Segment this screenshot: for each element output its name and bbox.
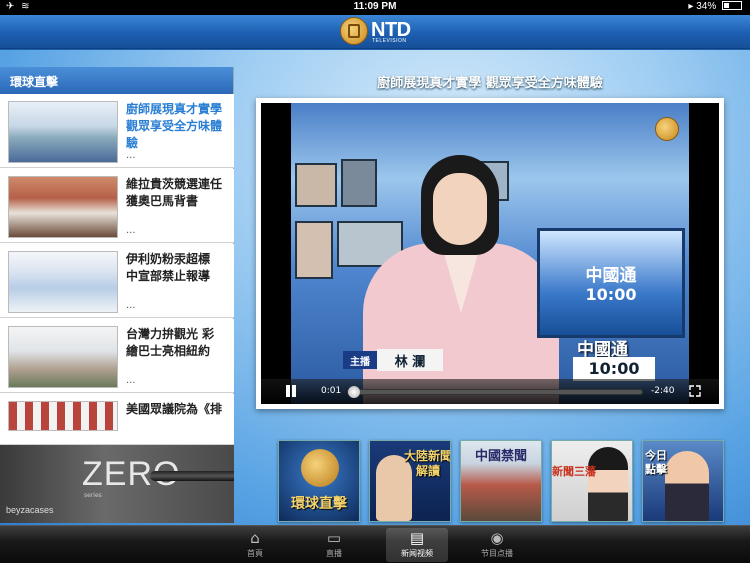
seal-icon [301,449,339,487]
tab-label: 新闻视频 [401,549,433,558]
video-screen[interactable]: 中國通 10:00 中國通 10:00 主播 林 瀾 0:01 -2:40 [261,103,719,404]
current-time: 0:01 [321,386,342,396]
video-scrubber[interactable] [347,386,643,398]
tab-bar: ⌂ 首頁 ▭ 直播 ▤ 新闻视频 ◉ 节目点播 [0,525,750,563]
program-label: 環球直擊 [291,496,347,512]
pause-icon[interactable] [285,385,297,397]
seal-icon [340,17,368,45]
studio-monitor [295,163,337,207]
news-more: ... [126,150,136,161]
ntd-watermark-icon [655,117,679,141]
tab-live[interactable]: ▭ 直播 [303,528,365,562]
news-sidebar: 環球直擊 廚師展現真才實學 觀眾享受全方味體驗 ... 維拉貴茨競選連任 獲奧巴… [0,67,234,523]
ad-brand: beyzacases [6,505,54,515]
logo-subtitle: TELEVISION [372,38,407,44]
news-thumbnail [8,251,118,313]
monitor-title: 中國通 [585,266,637,286]
news-title: 台灣力拚觀光 彩繪巴士亮相紐約 [126,327,215,358]
sidebar-title: 環球直擊 [0,67,233,94]
news-item[interactable]: 維拉貴茨競選連任 獲奧巴馬背書 ... [0,169,234,243]
program-label: 新聞三藩 [552,465,596,478]
anchor-badge: 主播 [343,351,377,369]
battery-percent: 34% [696,1,717,12]
anchor-face [433,173,487,245]
news-item[interactable]: 美國眾議院為《排 [0,394,234,445]
program-label: 中國禁聞 [474,449,527,464]
news-thumbnail [8,326,118,388]
news-more: ... [126,225,136,236]
program-label: 大陸新聞解讀 [404,449,451,478]
tab-home[interactable]: ⌂ 首頁 [224,528,286,562]
battery-status: ▸ 34% [688,1,742,12]
video-title: 廚師展現真才實學 觀眾享受全方味體驗 [377,76,603,91]
news-item[interactable]: 台灣力拚觀光 彩繪巴士亮相紐約 ... [0,319,234,393]
news-title: 廚師展現真才實學 觀眾享受全方味體驗 [126,102,223,150]
remaining-time: -2:40 [651,386,675,396]
home-icon: ⌂ [250,529,260,547]
studio-scene: 中國通 10:00 中國通 10:00 主播 林 瀾 [291,103,689,404]
news-title: 伊利奶粉汞超標 中宣部禁止報導 [126,252,211,283]
news-thumbnail [8,401,118,431]
lower-third-time: 10:00 [573,357,655,381]
ad-banner[interactable]: ZERO series beyzacases [0,445,234,523]
news-title: 維拉貴茨競選連任 獲奧巴馬背書 [126,177,223,208]
clapper-icon: ▤ [409,529,425,547]
fullscreen-icon[interactable] [689,385,701,397]
news-more: ... [126,375,136,386]
program-tile[interactable]: 環球直擊 [278,440,360,522]
news-thumbnail [8,176,118,238]
scrubber-knob[interactable] [348,386,360,398]
tab-label: 直播 [326,549,342,558]
lock-rotation-icon: ▸ [688,1,694,12]
program-label: 今日點擊 [645,449,667,476]
tab-news-video[interactable]: ▤ 新闻视频 [386,528,448,562]
tv-icon: ▭ [326,529,342,547]
program-tile[interactable]: 新聞三藩 [551,440,633,522]
compass-icon: ◉ [490,529,504,547]
news-item[interactable]: 伊利奶粉汞超標 中宣部禁止報導 ... [0,244,234,318]
tab-on-demand[interactable]: ◉ 节目点播 [466,528,528,562]
news-item[interactable]: 廚師展現真才實學 觀眾享受全方味體驗 ... [0,94,234,168]
studio-big-monitor: 中國通 10:00 [537,228,685,338]
tab-label: 节目点播 [481,549,513,558]
status-bar: ✈ ≋ 11:09 PM ▸ 34% [0,0,750,15]
app-header: NTD TELEVISION [0,15,750,49]
program-tile[interactable]: 今日點擊 [642,440,724,522]
anchor-name: 林 瀾 [377,349,443,371]
video-controls: 0:01 -2:40 [261,379,719,404]
battery-icon [722,1,742,10]
host-portrait [665,451,709,521]
program-tile[interactable]: 大陸新聞解讀 [369,440,451,522]
host-portrait [588,447,628,521]
program-tile[interactable]: 中國禁聞 [460,440,542,522]
monitor-time: 10:00 [585,285,637,304]
studio-monitor [295,221,333,279]
news-more: ... [126,300,136,311]
status-time: 11:09 PM [353,1,397,12]
video-player[interactable]: 中國通 10:00 中國通 10:00 主播 林 瀾 0:01 -2:40 [256,98,724,409]
studio-monitor [341,159,377,207]
program-strip: 環球直擊 大陸新聞解讀 中國禁聞 新聞三藩 今日點擊 [250,430,730,524]
tab-label: 首頁 [247,549,263,558]
news-thumbnail [8,101,118,163]
news-title: 美國眾議院為《排 [126,402,223,416]
ad-series: series [84,492,102,499]
pen-image [150,471,234,481]
